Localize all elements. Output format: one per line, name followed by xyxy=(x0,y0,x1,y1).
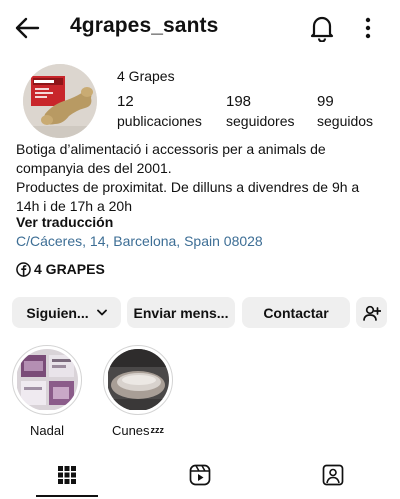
contact-button[interactable]: Contactar xyxy=(242,297,350,328)
bio-line: companyia des del 2001. xyxy=(16,160,172,176)
top-bar: 4grapes_sants xyxy=(0,0,400,56)
tab-tagged[interactable] xyxy=(303,455,363,495)
profile-avatar[interactable] xyxy=(23,64,97,138)
profile-photo xyxy=(23,64,97,138)
highlight-label: Cuneszzz xyxy=(111,423,165,438)
suggest-people-button[interactable] xyxy=(356,297,387,328)
followers-count[interactable]: 198 xyxy=(226,93,251,110)
highlight-cover-image xyxy=(16,349,78,410)
chevron-down-icon xyxy=(96,309,107,316)
highlight-cover-image xyxy=(107,349,169,410)
bio-line: Botiga d’alimentació i accessoris per a … xyxy=(16,141,326,157)
facebook-link-label: 4 GRAPES xyxy=(34,261,105,277)
arrow-left-icon[interactable] xyxy=(14,15,40,41)
message-button[interactable]: Enviar mens... xyxy=(127,297,235,328)
tab-posts-grid[interactable] xyxy=(37,455,97,495)
see-translation-link[interactable]: Ver traducción xyxy=(16,214,113,230)
display-name: 4 Grapes xyxy=(117,68,175,84)
reels-icon xyxy=(189,464,211,486)
tagged-icon xyxy=(322,464,344,486)
following-button-label: Siguien... xyxy=(26,304,89,321)
facebook-icon xyxy=(16,261,31,277)
posts-count[interactable]: 12 xyxy=(117,93,134,110)
message-button-label: Enviar mens... xyxy=(133,304,229,321)
following-label[interactable]: seguidos xyxy=(317,113,373,129)
address-link[interactable]: C/Cáceres, 14, Barcelona, Spain 08028 xyxy=(16,233,263,249)
profile-tabs xyxy=(0,455,400,499)
profile-username: 4grapes_sants xyxy=(70,14,219,37)
highlight-ring[interactable] xyxy=(103,345,173,415)
grid-icon xyxy=(58,466,76,484)
more-vertical-icon[interactable] xyxy=(360,15,376,41)
story-highlight[interactable]: Cuneszzz xyxy=(102,345,174,438)
contact-button-label: Contactar xyxy=(263,304,329,321)
following-count[interactable]: 99 xyxy=(317,93,334,110)
highlight-label: Nadal xyxy=(30,423,64,438)
bell-icon[interactable] xyxy=(309,14,335,42)
bio-line: Productes de proximitat. De dilluns a di… xyxy=(16,179,360,195)
facebook-link[interactable]: 4 GRAPES xyxy=(16,260,105,278)
following-button[interactable]: Siguien... xyxy=(12,297,121,328)
person-add-icon xyxy=(362,305,381,321)
tab-reels[interactable] xyxy=(170,455,230,495)
posts-label[interactable]: publicaciones xyxy=(117,113,202,129)
followers-label[interactable]: seguidores xyxy=(226,113,295,129)
active-tab-indicator xyxy=(36,495,98,497)
story-highlight[interactable]: Nadal xyxy=(11,345,83,438)
sleep-zzz-icon: zzz xyxy=(150,425,165,435)
highlight-ring[interactable] xyxy=(12,345,82,415)
